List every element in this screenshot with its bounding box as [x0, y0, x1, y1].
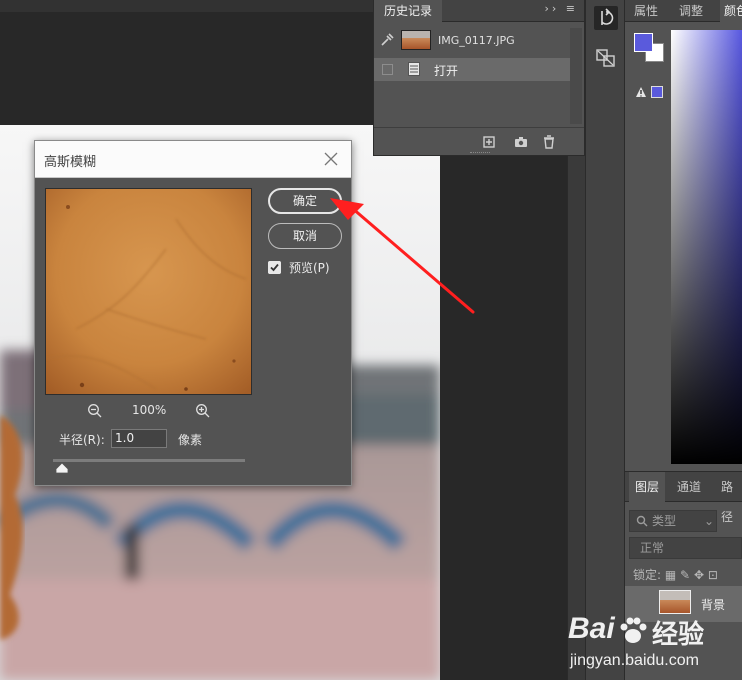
- paw-icon: [620, 617, 647, 643]
- tab-layers[interactable]: 图层: [629, 472, 666, 502]
- layers-tabbar: 图层 通道 路径: [625, 472, 742, 524]
- watermark-brand-right: 经验: [652, 619, 705, 649]
- history-brush-icon[interactable]: [380, 33, 394, 47]
- tab-adjustments[interactable]: 调整: [679, 0, 703, 22]
- history-tabbar: 历史记录 ›› ≡: [374, 0, 584, 22]
- new-document-from-state-icon[interactable]: [482, 135, 496, 149]
- annotation-arrow: [330, 198, 475, 314]
- panel-menu-icon[interactable]: ›› ≡: [544, 2, 578, 15]
- history-panel: 历史记录 ›› ≡ IMG_0117.JPG 打开: [373, 0, 585, 156]
- color-picker-field[interactable]: [671, 30, 742, 464]
- dialog-titlebar[interactable]: 高斯模糊: [35, 141, 351, 178]
- lock-row: 锁定: ▦ ✎ ✥ ⊡: [633, 566, 718, 583]
- lock-paint-icon[interactable]: ✎: [680, 568, 690, 582]
- radius-slider-track[interactable]: [53, 459, 245, 462]
- trash-icon[interactable]: [542, 135, 556, 149]
- history-state-label: 打开: [434, 64, 459, 78]
- lock-transparency-icon[interactable]: ▦: [665, 568, 676, 582]
- gaussian-blur-dialog: 高斯模糊 确定 取消 预览(P) 100% 半径(R): 1.0 像素: [34, 140, 352, 486]
- history-footer: [374, 127, 584, 155]
- history-panel-icon[interactable]: [594, 6, 618, 30]
- chevron-down-icon: ⌄: [704, 514, 715, 528]
- zoom-in-icon[interactable]: [195, 403, 211, 419]
- preview-image: [46, 189, 251, 394]
- zoom-out-icon[interactable]: [87, 403, 103, 419]
- tab-properties[interactable]: 属性: [634, 0, 658, 22]
- foreground-color-swatch[interactable]: [634, 33, 653, 52]
- tab-channels[interactable]: 通道: [671, 472, 707, 502]
- right-panel: 属性 调整 颜色 图层 通道 路径 类型 ⌄ 正常 锁定: ▦ ✎ ✥: [625, 0, 742, 680]
- gamut-color-swatch[interactable]: [651, 86, 663, 98]
- watermark-url: jingyan.baidu.com: [570, 652, 699, 669]
- panel-resize-grip[interactable]: [470, 152, 490, 155]
- lock-position-icon[interactable]: ✥: [694, 568, 704, 582]
- tab-paths[interactable]: 路径: [715, 472, 742, 524]
- blend-mode-value: 正常: [640, 541, 665, 555]
- dialog-title: 高斯模糊: [44, 155, 97, 170]
- radius-label: 半径(R):: [59, 433, 105, 447]
- preview-checkbox[interactable]: [268, 261, 281, 274]
- document-icon: [408, 62, 420, 76]
- blur-preview[interactable]: [45, 188, 252, 395]
- history-source-checkbox[interactable]: [382, 64, 393, 75]
- layer-comps-icon[interactable]: [594, 46, 618, 70]
- zoom-level: 100%: [132, 403, 167, 417]
- snapshot-name: IMG_0117.JPG: [438, 34, 515, 47]
- camera-icon[interactable]: [514, 135, 528, 149]
- radius-slider-thumb[interactable]: [55, 462, 69, 474]
- history-scrollbar[interactable]: [570, 28, 582, 124]
- layer-kind-filter[interactable]: 类型 ⌄: [629, 510, 717, 532]
- close-icon[interactable]: [323, 151, 339, 167]
- history-state-open[interactable]: 打开: [374, 58, 570, 81]
- history-snapshot[interactable]: IMG_0117.JPG: [374, 28, 570, 54]
- gamut-warning-icon[interactable]: [635, 86, 647, 98]
- snapshot-thumbnail: [401, 30, 431, 50]
- lock-label: 锁定:: [633, 568, 662, 582]
- baidu-watermark: Bai 经验 jingyan.baidu.com: [568, 612, 740, 678]
- tab-history[interactable]: 历史记录: [374, 0, 443, 22]
- lock-artboard-icon[interactable]: ⊡: [708, 568, 718, 582]
- watermark-brand-left: Bai: [568, 612, 615, 645]
- kind-filter-value: 类型: [652, 514, 677, 528]
- search-icon: [636, 515, 648, 527]
- blend-mode-select[interactable]: 正常: [629, 537, 742, 559]
- tab-color[interactable]: 颜色: [720, 0, 742, 22]
- properties-tabbar: 属性 调整 颜色: [625, 0, 742, 22]
- panel-icon-strip: [585, 0, 625, 680]
- layer-thumbnail: [659, 590, 691, 614]
- layer-name: 背景: [701, 598, 726, 612]
- radius-input[interactable]: 1.0: [111, 429, 167, 448]
- radius-unit: 像素: [178, 433, 203, 447]
